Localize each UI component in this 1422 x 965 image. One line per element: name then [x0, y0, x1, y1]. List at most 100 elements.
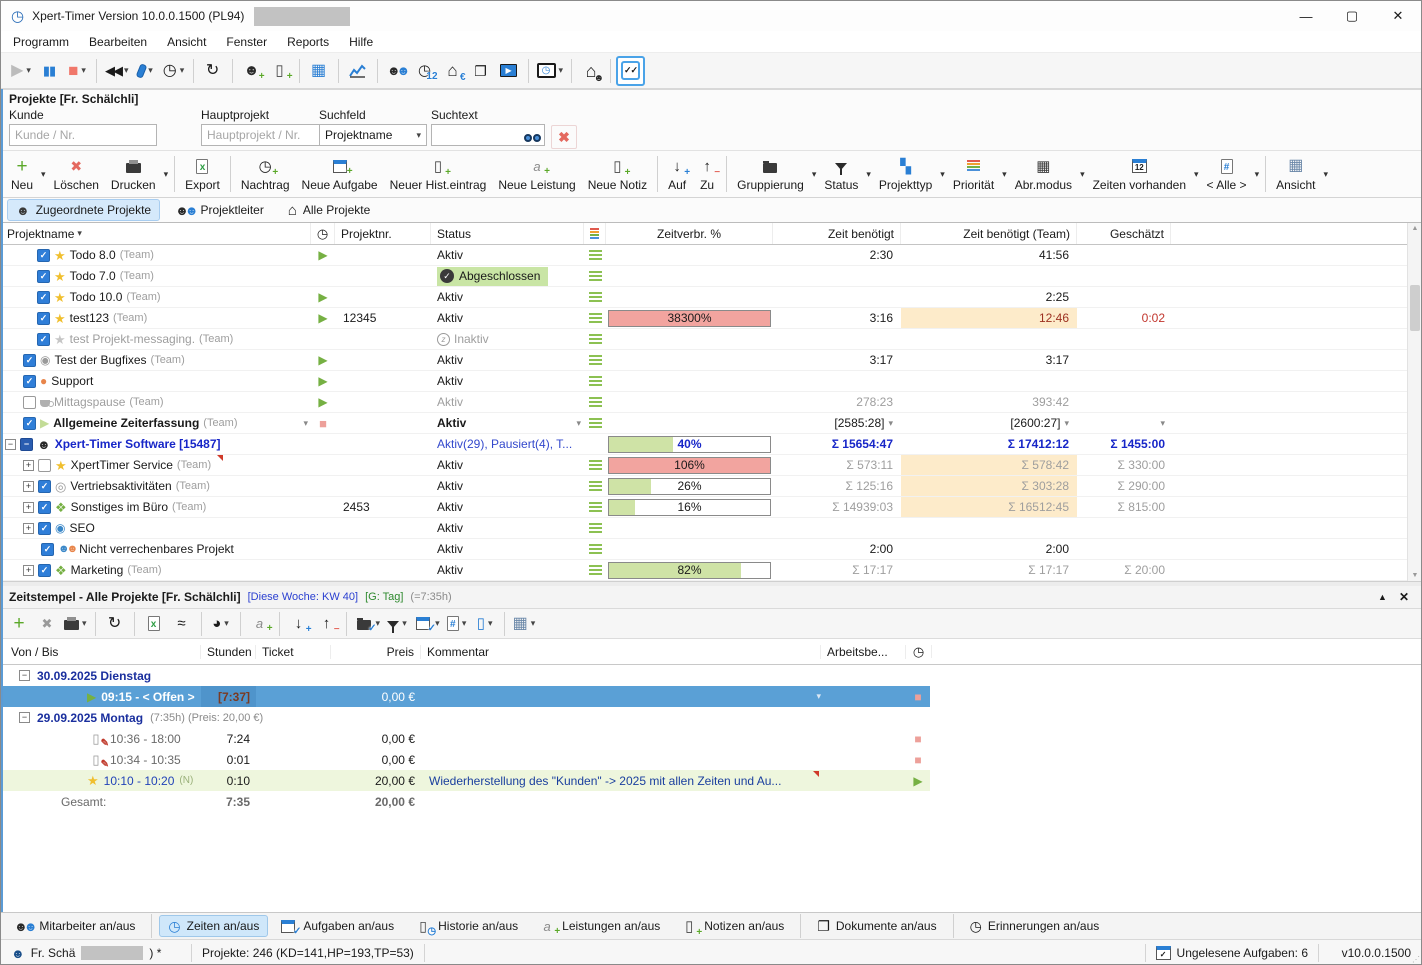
tree-expand-toggle[interactable]: +: [23, 481, 34, 492]
chevron-down-icon[interactable]: ▾: [402, 618, 407, 629]
project-row[interactable]: +✓◉SEOAktiv: [1, 518, 1407, 539]
project-checkbox[interactable]: ✓: [37, 270, 50, 283]
close-panel-icon[interactable]: ✕: [1399, 590, 1409, 604]
timer-cell[interactable]: ■: [906, 749, 930, 770]
priority-cell[interactable]: [584, 560, 606, 580]
project-checkbox[interactable]: ✓: [23, 417, 36, 430]
chevron-down-icon[interactable]: ▾: [124, 65, 129, 76]
column-kommentar[interactable]: Kommentar: [421, 645, 821, 659]
timer-cell[interactable]: ▶: [311, 392, 335, 412]
priority-cell[interactable]: [584, 392, 606, 412]
menu-item-4[interactable]: Reports: [277, 32, 339, 52]
unread-tasks[interactable]: ✓ Ungelesene Aufgaben: 6: [1146, 940, 1318, 965]
ansicht-button[interactable]: ▦Ansicht: [1270, 151, 1321, 197]
tree-expand-toggle[interactable]: +: [23, 565, 34, 576]
chevron-down-icon[interactable]: ▾: [576, 418, 584, 429]
zu-button[interactable]: ↑−Zu: [692, 151, 722, 197]
date-group-row[interactable]: −29.09.2025 Montag(7:35h) (Preis: 20,00 …: [1, 707, 1421, 728]
project-row[interactable]: ✓★Todo 8.0(Team)▶Aktiv2:3041:56: [1, 245, 1407, 266]
collapse-panel-icon[interactable]: ▲: [1378, 592, 1387, 602]
project-checkbox[interactable]: ✓: [23, 354, 36, 367]
chevron-down-icon[interactable]: ▾: [1253, 151, 1262, 197]
menu-item-3[interactable]: Fenster: [216, 32, 277, 52]
chevron-down-icon[interactable]: ▾: [1192, 151, 1201, 197]
device-filter-button[interactable]: ▯▾: [471, 609, 499, 639]
toggle-leistungen[interactable]: a+Leistungen an/aus: [529, 915, 669, 937]
filter-button[interactable]: ▾: [383, 609, 411, 639]
timer-cell[interactable]: ■: [906, 728, 930, 749]
project-checkbox[interactable]: ✓: [37, 291, 50, 304]
project-checkbox[interactable]: [38, 459, 51, 472]
project-row[interactable]: +✓◎Vertriebsaktivitäten(Team)Aktiv26%Σ 1…: [1, 476, 1407, 497]
toggle-dokumente[interactable]: ❐Dokumente an/aus: [808, 915, 945, 937]
column-stunden[interactable]: Stunden: [201, 645, 256, 659]
menu-item-2[interactable]: Ansicht: [157, 32, 216, 52]
pause-timer-button[interactable]: ▮▮: [35, 56, 63, 86]
neue-leistung-button[interactable]: a+Neue Leistung: [492, 151, 581, 197]
priority-cell[interactable]: [584, 455, 606, 475]
chevron-down-icon[interactable]: ▾: [462, 618, 467, 629]
neue-notiz-button[interactable]: ▯+Neue Notiz: [582, 151, 653, 197]
clear-search-button[interactable]: ✖: [551, 125, 577, 149]
tree-expand-toggle[interactable]: +: [23, 523, 34, 534]
team-button[interactable]: ☻☻: [383, 56, 411, 86]
chevron-down-icon[interactable]: ▾: [1321, 151, 1330, 197]
priority-cell[interactable]: [584, 245, 606, 265]
chevron-down-icon[interactable]: ▾: [82, 618, 87, 629]
column-ticket[interactable]: Ticket: [256, 645, 331, 659]
column-preis[interactable]: Preis: [331, 645, 421, 659]
timer-reset-button[interactable]: ↻: [199, 56, 227, 86]
project-row[interactable]: ✓★test Projekt-messaging.(Team)zInaktiv: [1, 329, 1407, 350]
billing-bank-button[interactable]: ⌂€: [439, 56, 467, 86]
project-checkbox[interactable]: ✓: [37, 312, 50, 325]
timesheet-calendar-button[interactable]: ◷12: [411, 56, 439, 86]
chevron-down-icon[interactable]: ▾: [816, 691, 821, 702]
columns-button[interactable]: ▦▾: [510, 609, 539, 639]
toggle-aufgaben[interactable]: ✓Aufgaben an/aus: [270, 915, 403, 937]
add-project-button[interactable]: ▯+: [266, 56, 294, 86]
priority-cell[interactable]: [584, 371, 606, 391]
priority-cell[interactable]: [584, 350, 606, 370]
column-timer[interactable]: ◷: [311, 223, 335, 244]
chevron-down-icon[interactable]: ▾: [531, 618, 536, 629]
timer-cell[interactable]: ▶: [311, 245, 335, 265]
project-checkbox[interactable]: ✓: [38, 564, 51, 577]
priority-cell[interactable]: [584, 539, 606, 559]
timestamp-row[interactable]: ▶09:15 - < Offen >[7:37]0,00 €▾■: [1, 686, 930, 707]
column-zeit-benoetigt-team[interactable]: Zeit benötigt (Team): [901, 223, 1077, 244]
start-timer-button[interactable]: ▶▾: [7, 56, 35, 86]
statistics-chart-button[interactable]: [344, 56, 372, 86]
timestamp-row[interactable]: ★10:10 - 10:20(N)0:1020,00 €Wiederherste…: [1, 770, 930, 791]
home-office-button[interactable]: ⌂☻: [577, 56, 605, 86]
chevron-down-icon[interactable]: ▾: [938, 151, 947, 197]
priority-cell[interactable]: [584, 287, 606, 307]
projekttyp-button[interactable]: ▚Projekttyp: [873, 151, 938, 197]
chevron-down-icon[interactable]: ▾: [148, 65, 153, 76]
project-checkbox[interactable]: ✓: [37, 333, 50, 346]
project-row[interactable]: +✓❖Sonstiges im Büro(Team)2453Aktiv16%Σ …: [1, 497, 1407, 518]
drucken-button[interactable]: Drucken: [105, 151, 162, 197]
number-filter-button[interactable]: #▾: [443, 609, 471, 639]
gruppierung-button[interactable]: Gruppierung: [731, 151, 810, 197]
column-zeitverbrauch[interactable]: Zeitverbr. %: [606, 223, 773, 244]
timer-cell[interactable]: [311, 518, 335, 538]
chevron-down-icon[interactable]: ▾: [488, 618, 493, 629]
project-overview-button[interactable]: ▦: [305, 56, 333, 86]
priority-cell[interactable]: [584, 266, 606, 286]
chevron-down-icon[interactable]: ▾: [559, 65, 564, 76]
project-row[interactable]: ✓◉Test der Bugfixes(Team)▶Aktiv3:173:17: [1, 350, 1407, 371]
project-row[interactable]: −−☻Xpert-Timer Software [15487]Aktiv(29)…: [1, 434, 1407, 455]
column-priority[interactable]: [584, 223, 606, 244]
neu-button[interactable]: +Neu: [5, 151, 39, 197]
chevron-down-icon[interactable]: ▾: [810, 151, 819, 197]
tree-expand-toggle[interactable]: +: [23, 502, 34, 513]
timestamp-row[interactable]: ▯✎10:36 - 18:007:240,00 €■: [1, 728, 930, 749]
toggle-historie[interactable]: ▯◷Historie an/aus: [405, 915, 527, 937]
priority-cell[interactable]: [584, 476, 606, 496]
timer-cell[interactable]: [311, 266, 335, 286]
rewind-button[interactable]: ◀◀▾: [102, 56, 132, 86]
auf-button[interactable]: ↓+Auf: [662, 151, 692, 197]
priority-cell[interactable]: [584, 518, 606, 538]
project-checkbox[interactable]: ✓: [23, 375, 36, 388]
timestamp-row[interactable]: ▯✎10:34 - 10:350:010,00 €■: [1, 749, 930, 770]
